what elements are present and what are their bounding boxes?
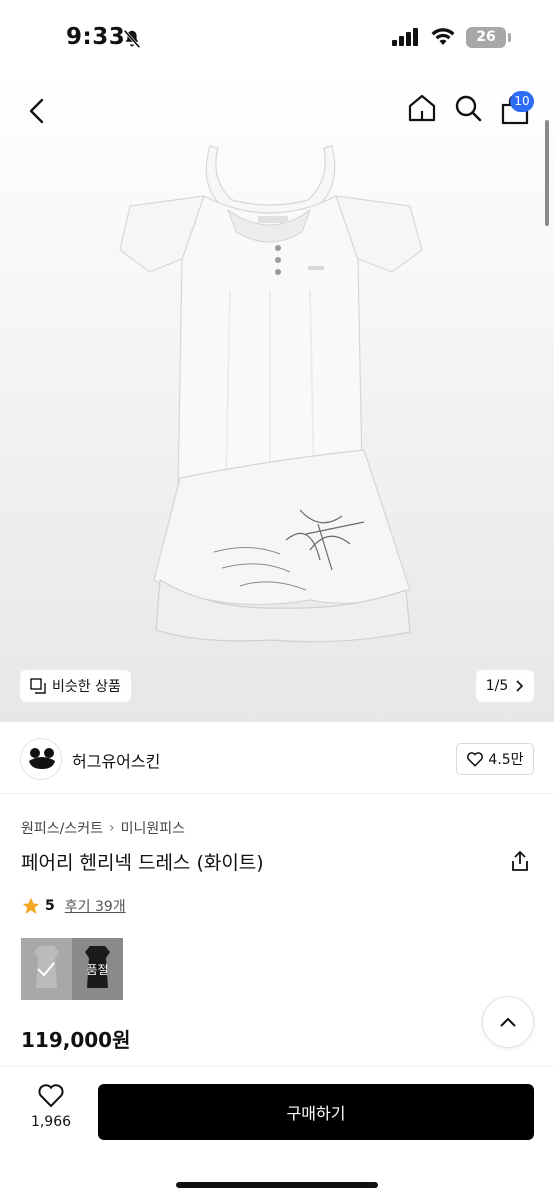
scroll-to-top-button[interactable] xyxy=(482,996,534,1048)
check-icon xyxy=(37,962,55,977)
wishlist-count: 1,966 xyxy=(30,1114,72,1130)
breadcrumb-item-category[interactable]: 원피스/스커트 xyxy=(21,818,103,838)
bell-slash-icon xyxy=(123,29,141,49)
breadcrumb: 원피스/스커트 › 미니원피스 xyxy=(21,818,185,838)
option-white[interactable] xyxy=(21,938,72,1000)
brand-logo[interactable] xyxy=(20,738,62,780)
heart-icon xyxy=(467,752,484,767)
breadcrumb-item-subcategory[interactable]: 미니원피스 xyxy=(121,818,185,838)
rating-row: 5 후기 39개 xyxy=(21,896,126,916)
brand-like-button[interactable]: 4.5만 xyxy=(456,743,534,775)
rating-score: 5 xyxy=(45,898,55,914)
chevron-right-icon xyxy=(516,680,524,692)
cellular-signal-icon xyxy=(392,28,418,46)
brand-row[interactable]: 허그유어스킨 4.5만 xyxy=(0,722,554,794)
reviews-link[interactable]: 후기 39개 xyxy=(65,896,126,916)
product-price: 119,000원 xyxy=(21,1028,131,1052)
scroll-indicator xyxy=(545,120,549,226)
back-arrow-icon[interactable] xyxy=(22,96,52,126)
title-row: 페어리 헨리넥 드레스 (화이트) xyxy=(21,848,533,874)
product-title: 페어리 헨리넥 드레스 (화이트) xyxy=(21,852,264,874)
wishlist-button[interactable]: 1,966 xyxy=(22,1082,80,1142)
search-icon[interactable] xyxy=(452,92,484,124)
color-options: 품절 xyxy=(21,938,123,1000)
similar-products-button[interactable]: 비슷한 상품 xyxy=(20,670,131,702)
option-black[interactable]: 품절 xyxy=(72,938,123,1000)
pager-text: 1/5 xyxy=(485,678,509,694)
chevron-right-icon: › xyxy=(109,820,115,836)
share-icon[interactable] xyxy=(509,850,531,872)
similar-products-label: 비슷한 상품 xyxy=(52,679,121,695)
home-indicator xyxy=(176,1182,378,1188)
bottom-divider xyxy=(0,1066,554,1067)
battery-indicator: 26 xyxy=(466,27,506,48)
copy-icon xyxy=(30,678,46,694)
home-icon[interactable] xyxy=(406,92,438,124)
brand-like-count: 4.5만 xyxy=(488,752,524,768)
heart-icon xyxy=(38,1084,64,1108)
buy-button[interactable]: 구매하기 xyxy=(98,1084,534,1140)
chevron-up-icon xyxy=(500,1017,516,1027)
brand-logo-mark xyxy=(29,748,55,769)
status-bar: 9:33 26 xyxy=(0,0,554,70)
brand-name[interactable]: 허그유어스킨 xyxy=(72,748,160,772)
cart-count-badge: 10 xyxy=(510,91,534,112)
product-image[interactable] xyxy=(110,140,430,650)
image-pager[interactable]: 1/5 xyxy=(476,670,534,702)
sold-out-label: 품절 xyxy=(86,962,109,977)
star-icon xyxy=(22,897,40,914)
battery-tip xyxy=(508,33,511,42)
wifi-icon xyxy=(431,28,455,45)
status-time: 9:33 xyxy=(66,24,126,50)
